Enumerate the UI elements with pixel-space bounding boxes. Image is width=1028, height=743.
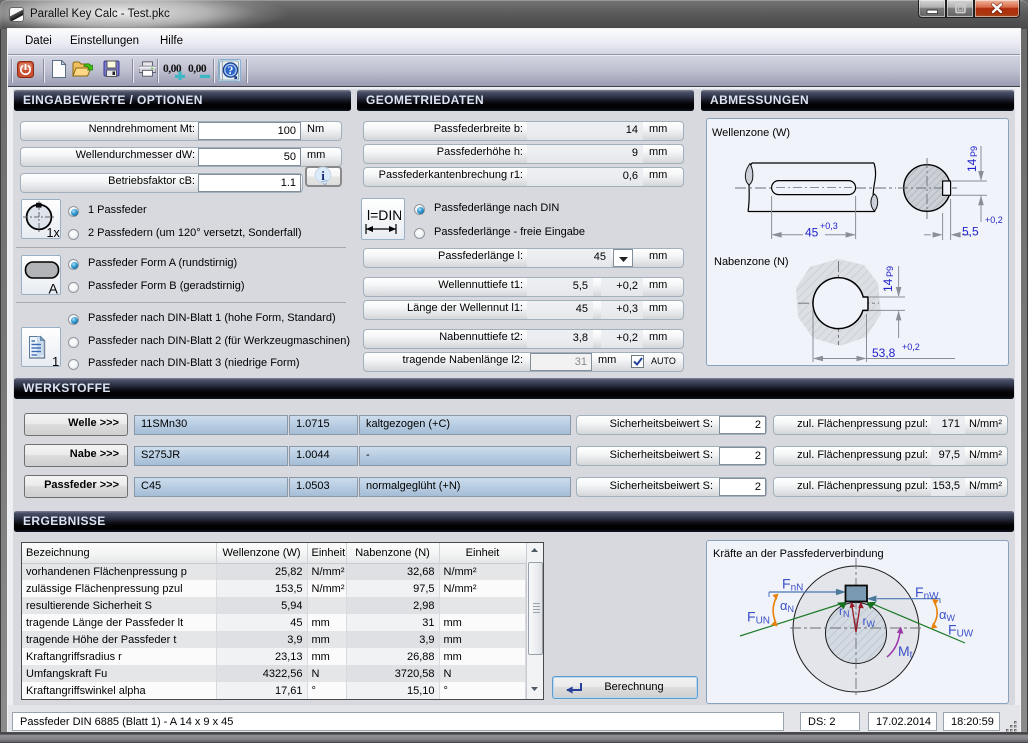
svg-text:Wellenzone (W): Wellenzone (W) [712, 127, 790, 139]
svg-text:53,8: 53,8 [872, 346, 896, 360]
svg-text:FUW: FUW [948, 622, 974, 640]
svg-text:45: 45 [805, 226, 819, 240]
svg-text:0,00: 0,00 [188, 63, 207, 75]
svg-text:1x: 1x [47, 226, 61, 238]
svg-text:14: 14 [881, 278, 895, 292]
svg-text:14: 14 [965, 158, 979, 172]
svg-text:P9: P9 [969, 146, 979, 157]
svg-text:+0,3: +0,3 [820, 221, 838, 231]
svg-text:1: 1 [52, 354, 59, 366]
svg-text:FUN: FUN [747, 609, 770, 627]
svg-text:Nabenzone (N): Nabenzone (N) [714, 256, 789, 268]
svg-text:+0,2: +0,2 [985, 215, 1003, 225]
svg-text:Kräfte an der Passfederverbind: Kräfte an der Passfederverbindung [713, 548, 884, 560]
svg-text:5,5: 5,5 [962, 225, 979, 239]
svg-text:?: ? [228, 65, 234, 77]
svg-text:αN: αN [780, 598, 794, 614]
svg-text:l=DIN: l=DIN [367, 207, 401, 223]
svg-text:αW: αW [939, 607, 956, 623]
svg-text:+0,2: +0,2 [902, 342, 920, 352]
svg-text:A: A [49, 281, 59, 295]
svg-text:P9: P9 [885, 266, 895, 277]
svg-text:FnN: FnN [782, 576, 803, 594]
svg-text:FnW: FnW [915, 584, 939, 602]
svg-text:i: i [321, 168, 325, 183]
